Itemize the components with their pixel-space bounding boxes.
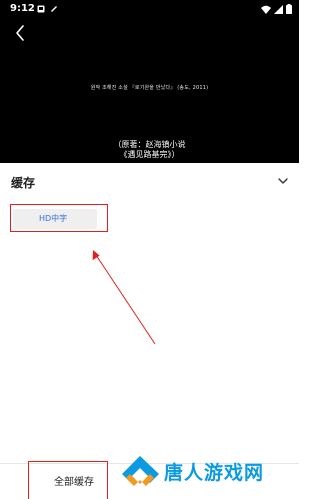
notification-icon: [37, 5, 45, 13]
annotation-highlight-box: [10, 204, 108, 232]
annotation-highlight-box-2: [28, 461, 108, 499]
back-arrow-icon[interactable]: [10, 22, 32, 44]
battery-icon: [286, 4, 292, 14]
video-player[interactable]: 9:12 원작 조해진 소설 『로기완을 만났다』 (송도, 2011) （原著…: [0, 0, 299, 163]
status-time: 9:12: [10, 3, 35, 14]
video-credit: （原著：赵海镇小说 《遇见路基完》）: [0, 140, 299, 160]
download-notification-icon: [51, 6, 57, 12]
status-bar: 9:12: [0, 0, 299, 18]
watermark-text: 唐人游戏网: [164, 462, 265, 484]
cache-title: 缓存: [11, 176, 36, 190]
watermark-logo-icon: [122, 456, 159, 486]
credit-line-1: （原著：赵海镇小说: [113, 140, 186, 149]
watermark: 唐人游戏网: [120, 452, 295, 494]
credit-line-2: 《遇见路基完》）: [119, 150, 180, 159]
video-subtitle: 원작 조해진 소설 『로기완을 만났다』 (송도, 2011): [90, 85, 209, 91]
signal-icon: [274, 4, 283, 14]
status-icons: [261, 4, 292, 14]
chevron-down-icon[interactable]: [276, 174, 290, 188]
cache-panel-header: 缓存: [0, 163, 299, 201]
wifi-icon: [261, 5, 271, 14]
